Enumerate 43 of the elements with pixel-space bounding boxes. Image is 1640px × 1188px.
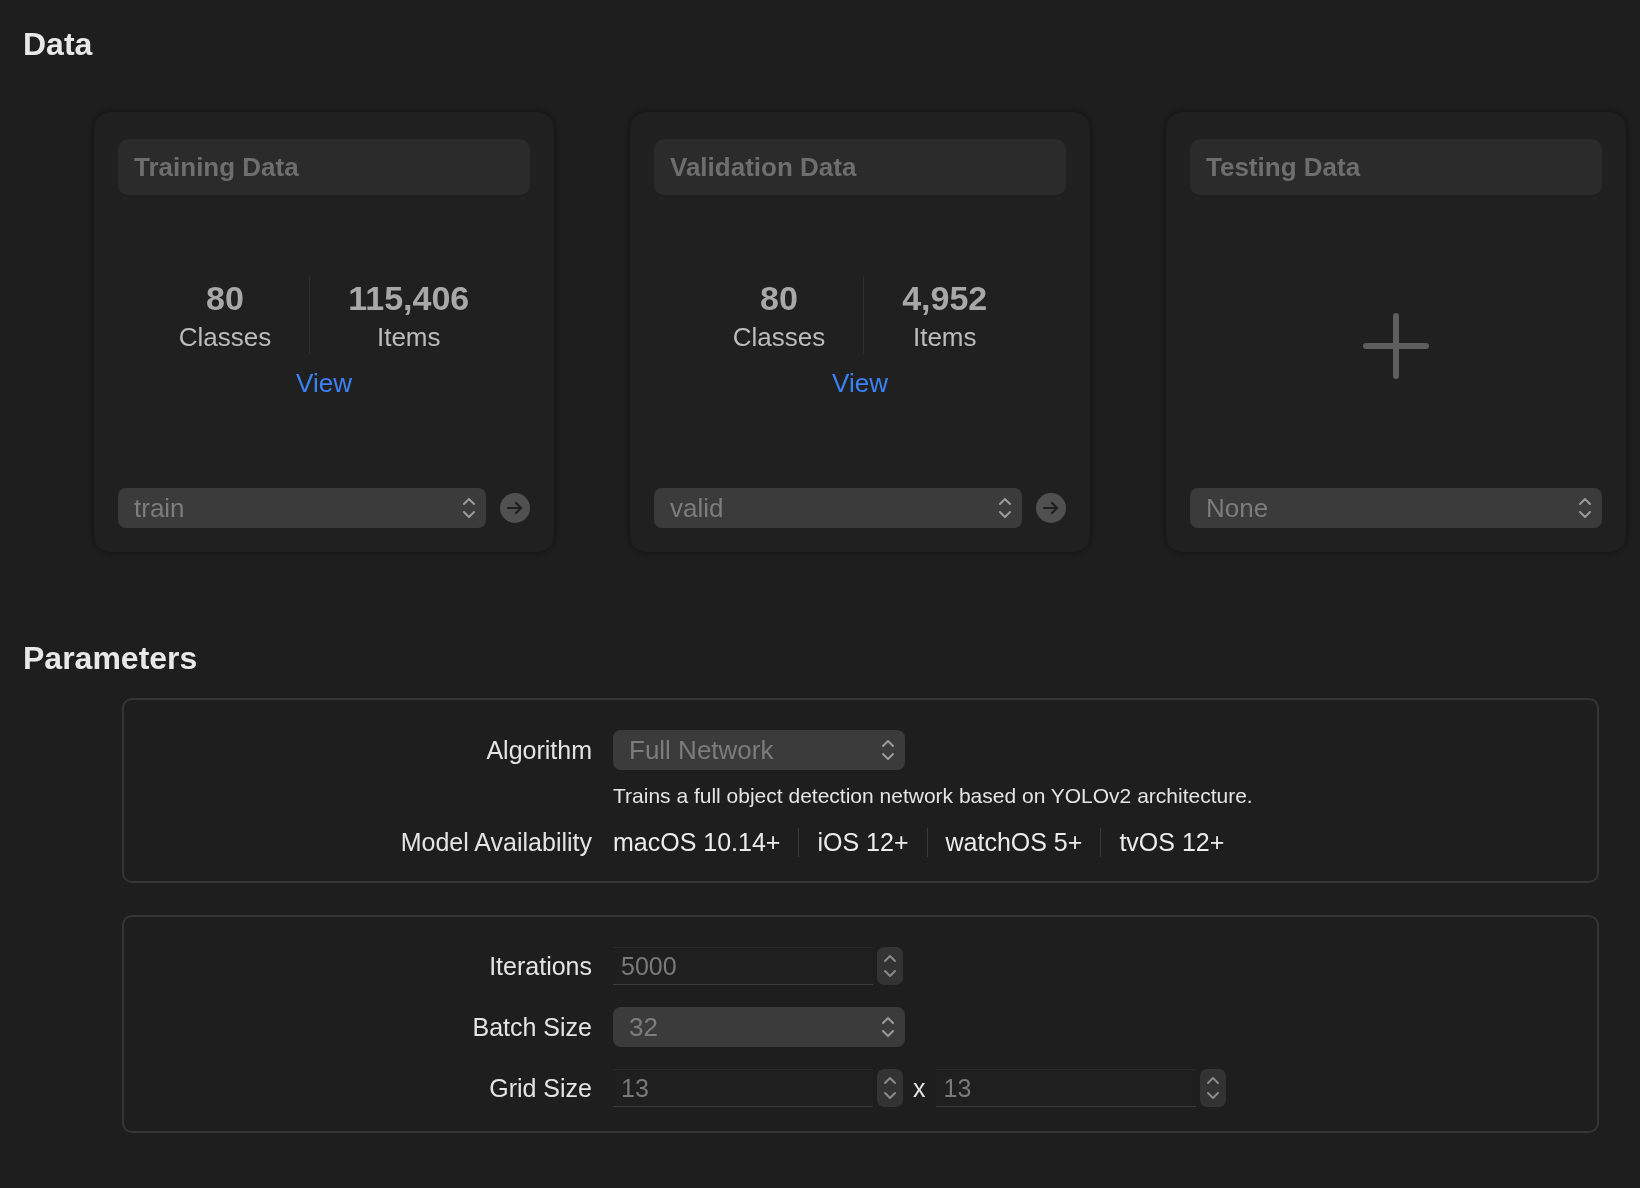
option-popup[interactable]: 32 xyxy=(613,1007,905,1047)
card-title: Validation Data xyxy=(654,139,1066,195)
chevron-updown-icon xyxy=(998,495,1012,521)
section-title: Parameters xyxy=(23,639,198,678)
field-label: Iterations xyxy=(489,951,592,981)
stepper-arrows-icon[interactable] xyxy=(1199,1069,1226,1107)
data-source-popup[interactable]: train xyxy=(118,488,486,528)
chevron-updown-icon xyxy=(462,495,476,521)
number-field[interactable]: 13 xyxy=(613,1069,873,1107)
chevron-updown-icon xyxy=(1578,495,1592,521)
times-sign: x xyxy=(913,1073,926,1103)
field-label: Grid Size xyxy=(489,1073,592,1103)
platform-label: macOS 10.14+ xyxy=(613,828,782,857)
platform-label: watchOS 5+ xyxy=(926,828,1101,857)
view-link[interactable]: View xyxy=(832,368,888,399)
chevron-updown-icon xyxy=(881,737,895,763)
stat-value: 80 xyxy=(206,278,244,319)
number-field[interactable]: 5000 xyxy=(613,947,873,985)
view-link[interactable]: View xyxy=(296,368,352,399)
option-popup[interactable]: Full Network xyxy=(613,730,905,770)
platform-label: iOS 12+ xyxy=(798,828,927,857)
stat-label: Items xyxy=(376,321,441,354)
field-label: Batch Size xyxy=(472,1012,592,1042)
field-label: Algorithm xyxy=(486,735,592,766)
data-source-popup[interactable]: None xyxy=(1190,488,1602,528)
stat-value: 115,406 xyxy=(348,278,470,319)
section-title: Data xyxy=(23,25,93,64)
platform-label: tvOS 12+ xyxy=(1100,828,1243,857)
stat-value: 80 xyxy=(760,278,798,319)
stat-label: Classes xyxy=(178,321,272,354)
stat-label: Items xyxy=(912,321,977,354)
stat-label: Classes xyxy=(732,321,826,354)
description-text: Trains a full object detection network based on YOLOv2 architecture. xyxy=(613,784,1254,808)
card-title: Training Data xyxy=(118,139,530,195)
number-field[interactable]: 13 xyxy=(935,1069,1196,1107)
stepper-arrows-icon[interactable] xyxy=(877,1069,903,1107)
plus-icon[interactable] xyxy=(1363,312,1429,379)
card-title: Testing Data xyxy=(1190,139,1602,195)
data-source-popup[interactable]: valid xyxy=(654,488,1022,528)
stat-value: 4,952 xyxy=(902,278,988,319)
chevron-updown-icon xyxy=(881,1014,895,1040)
field-label: Model Availability xyxy=(400,828,592,857)
stepper-arrows-icon[interactable] xyxy=(877,947,903,985)
